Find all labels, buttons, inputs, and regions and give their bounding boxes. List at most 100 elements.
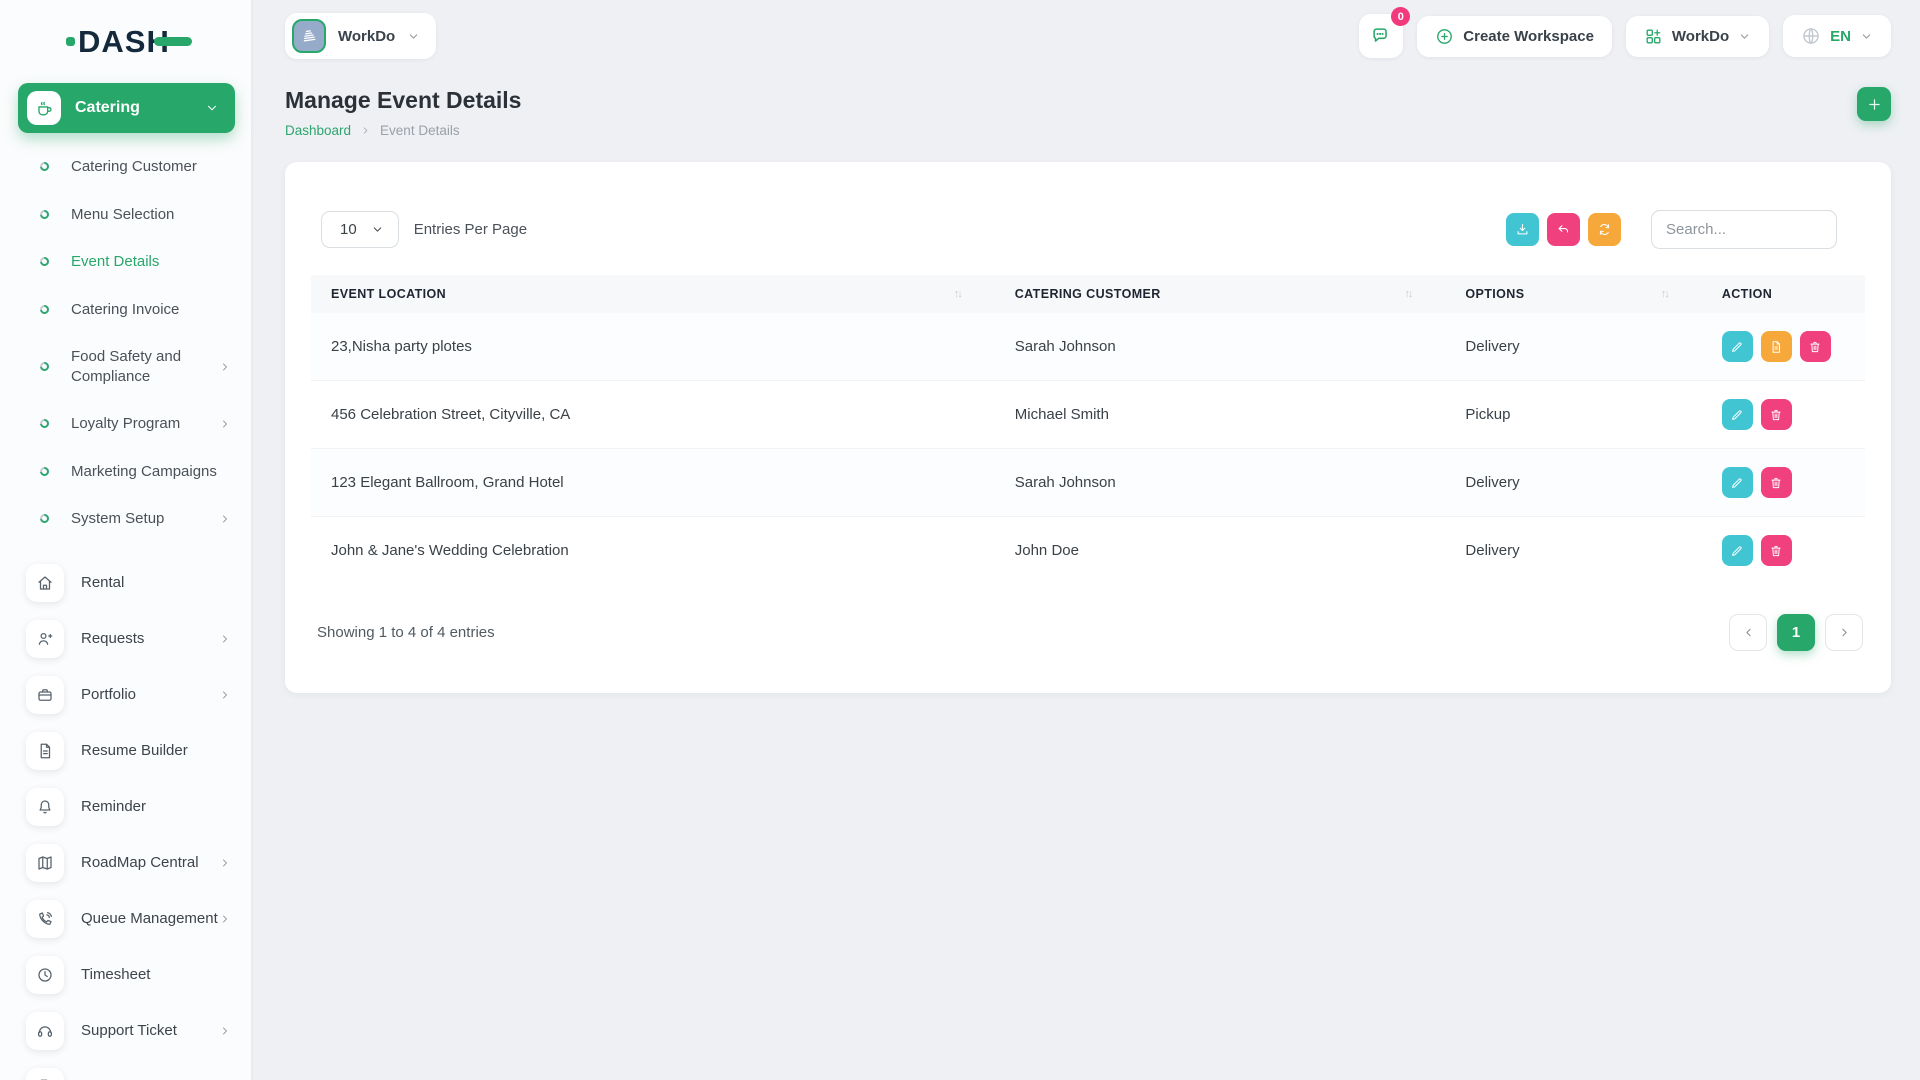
column-header-action: ACTION — [1702, 275, 1865, 313]
breadcrumb-dashboard-link[interactable]: Dashboard — [285, 123, 351, 138]
sidebar-item-system-setup[interactable]: System Setup — [0, 495, 251, 543]
next-page-button[interactable] — [1825, 614, 1863, 651]
delete-button[interactable] — [1761, 535, 1792, 566]
edit-button[interactable] — [1722, 467, 1753, 498]
edit-button[interactable] — [1722, 331, 1753, 362]
delete-button[interactable] — [1761, 399, 1792, 430]
grid-plus-icon — [1644, 27, 1663, 46]
sidebar-item-timesheet[interactable]: Timesheet — [0, 947, 251, 1003]
language-code: EN — [1830, 28, 1851, 45]
sidebar-modules: Rental Requests Portfolio Resume Buil — [0, 555, 251, 1080]
bullet-icon — [38, 208, 51, 221]
bullet-icon — [38, 417, 51, 430]
sidebar-item-portfolio[interactable]: Portfolio — [0, 667, 251, 723]
undo-icon — [1556, 222, 1571, 237]
language-selector[interactable]: EN — [1783, 15, 1891, 57]
previous-page-button[interactable] — [1729, 614, 1767, 651]
document-icon — [26, 732, 64, 770]
pencil-icon — [1730, 408, 1744, 422]
chevron-right-icon — [1838, 626, 1851, 639]
messages-button[interactable]: 0 — [1359, 14, 1403, 58]
cell-event-location: 23,Nisha party plotes — [311, 313, 995, 381]
create-workspace-button[interactable]: Create Workspace — [1417, 16, 1612, 57]
refresh-icon — [1597, 222, 1612, 237]
sidebar-item-loyalty-program[interactable]: Loyalty Program — [0, 400, 251, 448]
plus-circle-icon — [1435, 27, 1454, 46]
sidebar-item-requests[interactable]: Requests — [0, 611, 251, 667]
sort-icon[interactable]: ↑↓ — [1661, 288, 1682, 300]
column-header-catering-customer[interactable]: CATERING CUSTOMER↑↓ — [995, 275, 1446, 313]
delete-button[interactable] — [1800, 331, 1831, 362]
sidebar-item-queue-management[interactable]: Queue Management — [0, 891, 251, 947]
briefcase-icon — [26, 676, 64, 714]
brand-logo[interactable]: DASH — [66, 26, 251, 57]
sort-icon[interactable]: ↑↓ — [954, 288, 975, 300]
sidebar-item-rental[interactable]: Rental — [0, 555, 251, 611]
entries-per-page-select[interactable]: 10 — [321, 211, 399, 248]
sidebar-group-catering[interactable]: Catering — [18, 83, 235, 133]
pencil-icon — [1730, 544, 1744, 558]
messages-count-badge: 0 — [1391, 7, 1410, 26]
sidebar-item-catering-invoice[interactable]: Catering Invoice — [0, 286, 251, 334]
sidebar-item-reminder[interactable]: Reminder — [0, 779, 251, 835]
edit-button[interactable] — [1722, 399, 1753, 430]
sidebar-item-event-details[interactable]: Event Details — [0, 238, 251, 286]
chevron-right-icon — [219, 513, 231, 525]
home-icon — [26, 564, 64, 602]
pencil-icon — [1730, 340, 1744, 354]
add-event-button[interactable] — [1857, 87, 1891, 121]
trash-icon — [1808, 340, 1822, 354]
chevron-right-icon — [219, 361, 231, 373]
app-menu-button[interactable]: WorkDo — [1626, 16, 1769, 57]
page-header: Manage Event Details Dashboard Event Det… — [285, 87, 1891, 138]
cell-catering-customer: Sarah Johnson — [995, 449, 1446, 517]
sort-icon[interactable]: ↑↓ — [1404, 288, 1425, 300]
sidebar-item-label: RoadMap Central — [81, 854, 199, 871]
sidebar-item-support-ticket[interactable]: Support Ticket — [0, 1003, 251, 1059]
cell-options: Delivery — [1445, 313, 1701, 381]
sidebar: DASH Catering Catering Customer Menu Sel… — [0, 0, 251, 1080]
sidebar-item-label: Requests — [81, 630, 144, 647]
table-row: 23,Nisha party plotes Sarah Johnson Deli… — [311, 313, 1865, 381]
export-button[interactable] — [1506, 213, 1539, 246]
sidebar-item-resume-builder[interactable]: Resume Builder — [0, 723, 251, 779]
sidebar-item-label: Timesheet — [81, 966, 150, 983]
workspace-name: WorkDo — [338, 28, 395, 45]
page-number-button[interactable]: 1 — [1777, 614, 1815, 651]
sidebar-item-label: Loyalty Program — [71, 414, 180, 434]
sidebar-item-label: Reminder — [81, 798, 146, 815]
showing-entries-text: Showing 1 to 4 of 4 entries — [317, 624, 495, 641]
column-header-event-location[interactable]: EVENT LOCATION↑↓ — [311, 275, 995, 313]
invoice-button[interactable] — [1761, 331, 1792, 362]
column-header-options[interactable]: OPTIONS↑↓ — [1445, 275, 1701, 313]
bullet-icon — [38, 360, 51, 373]
sidebar-item-catering-customer[interactable]: Catering Customer — [0, 143, 251, 191]
headset-icon — [26, 1012, 64, 1050]
sidebar-item-roadmap-central[interactable]: RoadMap Central — [0, 835, 251, 891]
sidebar-item-food-safety[interactable]: Food Safety and Compliance — [0, 333, 251, 400]
sidebar-item-marketing-campaigns[interactable]: Marketing Campaigns — [0, 448, 251, 496]
table-header-row: EVENT LOCATION↑↓ CATERING CUSTOMER↑↓ OPT… — [311, 275, 1865, 313]
cell-options: Delivery — [1445, 517, 1701, 585]
chevron-right-icon — [219, 633, 231, 645]
logo-bar-icon — [154, 37, 192, 46]
chevron-right-icon — [219, 1025, 231, 1037]
chevron-left-icon — [1742, 626, 1755, 639]
user-plus-icon — [26, 620, 64, 658]
cell-catering-customer: Sarah Johnson — [995, 313, 1446, 381]
catering-subnav: Catering Customer Menu Selection Event D… — [0, 143, 251, 543]
chevron-down-icon — [407, 30, 420, 43]
sidebar-item-menu-selection[interactable]: Menu Selection — [0, 191, 251, 239]
phone-icon — [26, 900, 64, 938]
sidebar-item-label: Portfolio — [81, 686, 136, 703]
sidebar-item-documents[interactable]: Documents — [0, 1059, 251, 1080]
refresh-button[interactable] — [1588, 213, 1621, 246]
edit-button[interactable] — [1722, 535, 1753, 566]
search-input[interactable] — [1651, 210, 1837, 249]
trash-icon — [1769, 408, 1783, 422]
main-content: WorkDo 0 Create Workspace — [251, 0, 1920, 693]
delete-button[interactable] — [1761, 467, 1792, 498]
workspace-switcher[interactable]: WorkDo — [285, 13, 436, 59]
sidebar-item-label: Resume Builder — [81, 742, 188, 759]
reset-button[interactable] — [1547, 213, 1580, 246]
